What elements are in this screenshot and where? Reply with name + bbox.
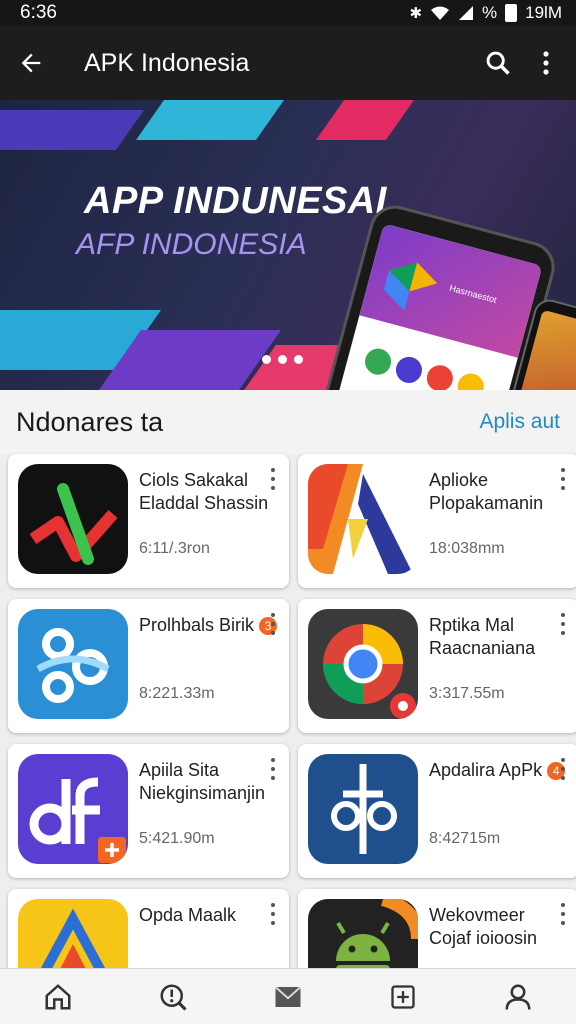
banner-stripe — [0, 110, 145, 150]
phone-screen-text: Hasrnaestot — [448, 282, 498, 306]
app-icon — [18, 609, 128, 719]
explore-icon — [160, 984, 187, 1011]
bottom-navigation — [0, 968, 576, 1024]
nav-profile-button[interactable] — [488, 969, 548, 1024]
status-time: 6:36 — [20, 2, 57, 23]
app-name: Prolhbals Birik 3 — [139, 614, 279, 637]
search-button[interactable] — [474, 26, 522, 100]
card-more-icon[interactable] — [265, 758, 281, 780]
nav-home-button[interactable] — [28, 969, 88, 1024]
df-logo-icon — [29, 777, 126, 863]
app-card[interactable]: Ciols Sakakal Eladdal Shassin 6:11/.3ron — [8, 454, 289, 588]
app-card[interactable]: Apdalira ApPk 4 8:42715m — [298, 744, 576, 878]
status-icons: ✱ % 19lM — [409, 3, 562, 23]
card-more-icon[interactable] — [265, 613, 281, 635]
card-more-icon[interactable] — [555, 468, 571, 490]
banner-stripe — [315, 100, 415, 140]
app-icon — [308, 754, 418, 864]
app-card[interactable]: Apiila Sita Niekginsimanjin 5:421.90m — [8, 744, 289, 878]
app-card[interactable]: Rptika Mal Raacnaniana 3:317.55m — [298, 599, 576, 733]
app-meta: 3:317.55m — [429, 685, 505, 702]
carousel-dot[interactable] — [262, 355, 271, 364]
app-meta: 8:221.33m — [139, 685, 215, 702]
carousel-indicator — [262, 355, 303, 364]
banner-stripe — [135, 100, 285, 140]
nav-messages-button[interactable] — [258, 969, 318, 1024]
wifi-icon — [431, 6, 450, 20]
app-meta: 5:421.90m — [139, 830, 215, 847]
app-name: Rptika Mal Raacnaniana — [429, 615, 536, 658]
signal-icon — [459, 6, 474, 20]
card-more-icon[interactable] — [555, 903, 571, 925]
search-icon — [486, 51, 510, 75]
carousel-dot[interactable] — [278, 355, 287, 364]
battery-percent: % — [482, 3, 498, 22]
app-icon — [308, 609, 418, 719]
letter-a-icon — [308, 464, 413, 574]
card-more-icon[interactable] — [265, 468, 281, 490]
app-card[interactable]: Prolhbals Birik 3 8:221.33m — [8, 599, 289, 733]
app-icon — [18, 464, 128, 574]
section-header: Ndonares ta Aplis aut — [0, 390, 576, 454]
banner-headline: APP INDUNESAI — [84, 180, 387, 222]
card-more-icon[interactable] — [555, 613, 571, 635]
banner-subheadline: AFP INDONESIA — [76, 228, 307, 261]
nav-explore-button[interactable] — [143, 969, 203, 1024]
browser-icon — [323, 624, 416, 719]
app-logo-icon — [383, 262, 438, 311]
add-box-icon — [391, 984, 415, 1009]
app-name: Opda Maalk — [139, 905, 237, 925]
arrow-left-icon — [21, 53, 41, 73]
phone-screen: Hasrnaestot — [326, 223, 543, 390]
card-more-icon[interactable] — [555, 758, 571, 780]
app-meta: 8:42715m — [429, 830, 501, 847]
card-more-icon[interactable] — [265, 903, 281, 925]
back-button[interactable] — [0, 26, 62, 100]
app-icon — [18, 754, 128, 864]
app-name: Ciols Sakakal Eladdal Shassin — [139, 470, 269, 513]
app-name-text: Apdalira ApPk — [429, 760, 543, 780]
cross-glyph-icon — [331, 764, 397, 854]
battery-icon — [505, 4, 518, 22]
nav-add-button[interactable] — [373, 969, 433, 1024]
app-icon — [308, 464, 418, 574]
status-bar: 6:36 ✱ % 19lM — [0, 0, 576, 26]
profile-icon — [505, 984, 531, 1010]
app-bar: APK Indonesia — [0, 26, 576, 100]
bluetooth-icon: ✱ — [409, 5, 423, 22]
more-vert-icon — [543, 51, 549, 75]
promo-banner[interactable]: APP INDUNESAI AFP INDONESIA Hasrnaestot — [0, 100, 576, 390]
app-meta: 6:11/.3ron — [139, 540, 210, 557]
section-title: Ndonares ta — [16, 406, 164, 437]
app-name: Apiila Sita Niekginsimanjin — [139, 760, 266, 803]
home-icon — [45, 983, 71, 1009]
overflow-menu-button[interactable] — [522, 26, 570, 100]
knot-icon — [36, 628, 110, 703]
status-right-time: 19lM — [525, 3, 562, 22]
carousel-dot[interactable] — [294, 355, 303, 364]
see-all-link[interactable]: Aplis aut — [479, 410, 560, 434]
app-meta: 18:038mm — [429, 540, 505, 557]
app-name: Wekovmeer Cojaf ioioosin — [429, 905, 538, 948]
app-name-text: Prolhbals Birik — [139, 615, 255, 635]
mail-icon — [274, 985, 302, 1007]
chart-line-icon — [29, 483, 118, 565]
app-card[interactable]: Aplioke Plopakamanin 18:038mm — [298, 454, 576, 588]
app-name: Apdalira ApPk 4 — [429, 759, 569, 782]
app-name: Aplioke Plopakamanin — [429, 470, 544, 513]
page-title: APK Indonesia — [84, 48, 250, 77]
